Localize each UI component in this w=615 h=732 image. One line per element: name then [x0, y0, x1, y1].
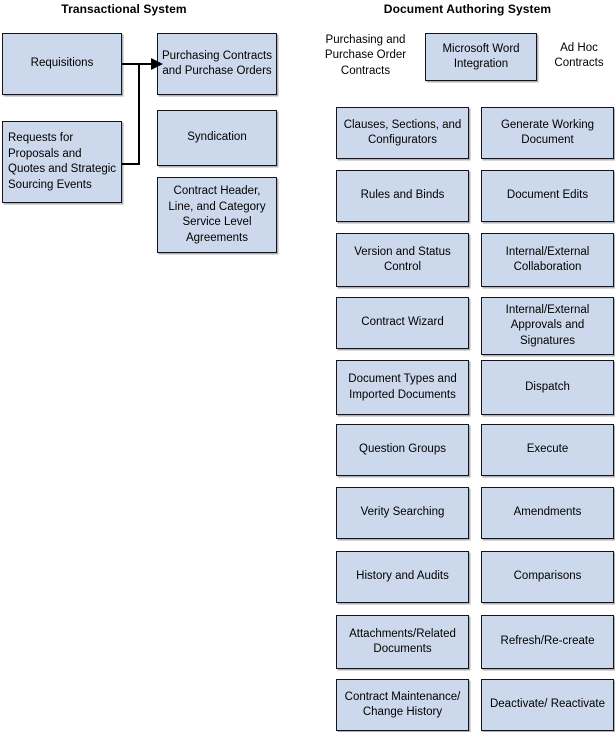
node-internal-external-approvals-signatures[interactable]: Internal/External Approvals and Signatur…: [481, 297, 614, 355]
node-microsoft-word-integration[interactable]: Microsoft Word Integration: [425, 33, 537, 81]
node-contract-maintenance-change-history[interactable]: Contract Maintenance/ Change History: [336, 679, 469, 731]
node-document-edits[interactable]: Document Edits: [481, 170, 614, 222]
node-version-and-status-control[interactable]: Version and Status Control: [336, 233, 469, 287]
node-dispatch[interactable]: Dispatch: [481, 360, 614, 415]
label-purchasing-and-purchase-order-contracts: Purchasing and Purchase Order Contracts: [324, 33, 407, 77]
node-deactivate-reactivate[interactable]: Deactivate/ Reactivate: [481, 679, 614, 731]
node-attachments-related-documents[interactable]: Attachments/Related Documents: [336, 615, 469, 669]
node-comparisons[interactable]: Comparisons: [481, 551, 614, 603]
node-history-and-audits[interactable]: History and Audits: [336, 551, 469, 603]
label-ad-hoc-contracts: Ad Hoc Contracts: [554, 41, 604, 70]
node-contract-wizard[interactable]: Contract Wizard: [336, 297, 469, 349]
node-question-groups[interactable]: Question Groups: [336, 424, 469, 476]
node-requisitions[interactable]: Requisitions: [2, 33, 122, 95]
node-generate-working-document[interactable]: Generate Working Document: [481, 107, 614, 159]
node-rules-and-binds[interactable]: Rules and Binds: [336, 170, 469, 222]
node-contract-header-line-category-sla[interactable]: Contract Header, Line, and Category Serv…: [157, 177, 277, 253]
node-syndication[interactable]: Syndication: [157, 110, 277, 166]
node-refresh-re-create[interactable]: Refresh/Re-create: [481, 615, 614, 669]
node-verity-searching[interactable]: Verity Searching: [336, 487, 469, 539]
node-internal-external-collaboration[interactable]: Internal/External Collaboration: [481, 233, 614, 287]
node-requests-for-proposals[interactable]: Requests for Proposals and Quotes and St…: [2, 121, 122, 203]
node-clauses-sections-configurators[interactable]: Clauses, Sections, and Configurators: [336, 107, 469, 159]
node-amendments[interactable]: Amendments: [481, 487, 614, 539]
connector-rfp-to-purchasing: [122, 64, 140, 165]
node-execute[interactable]: Execute: [481, 424, 614, 476]
node-purchasing-contracts-and-purchase-orders[interactable]: Purchasing Contracts and Purchase Orders: [157, 33, 277, 95]
architecture-diagram: Transactional System Document Authoring …: [0, 0, 615, 732]
node-document-types-and-imported-documents[interactable]: Document Types and Imported Documents: [336, 360, 469, 415]
document-authoring-system-title: Document Authoring System: [383, 2, 552, 16]
transactional-system-title: Transactional System: [61, 2, 187, 16]
